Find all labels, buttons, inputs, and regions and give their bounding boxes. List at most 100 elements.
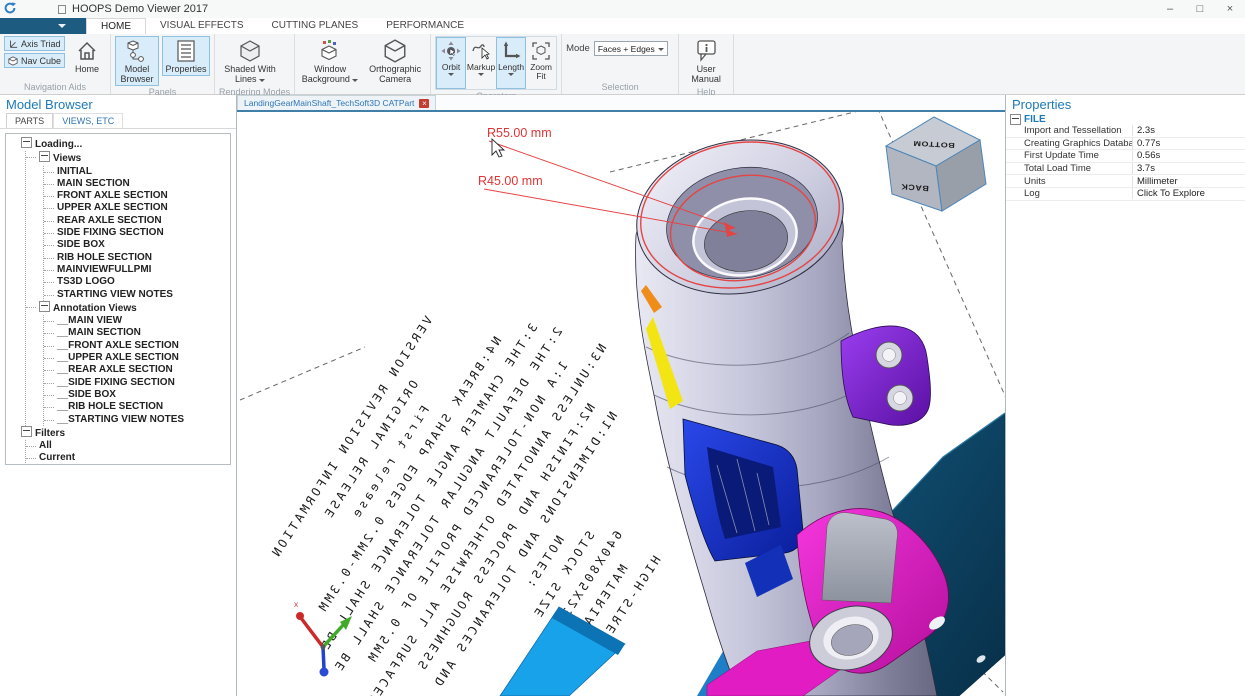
zoom-fit-button[interactable]: Zoom Fit: [526, 37, 556, 89]
model-browser-icon: [126, 38, 148, 64]
window-title: HOOPS Demo Viewer 2017: [72, 3, 208, 15]
properties-label: Properties: [166, 64, 207, 74]
nav-cube[interactable]: BOTTOM BACK: [886, 117, 986, 211]
maximize-button[interactable]: □: [1185, 0, 1215, 18]
part-block-gray: [822, 513, 898, 603]
close-tab-icon[interactable]: ×: [419, 99, 429, 108]
tree-item[interactable]: __REAR AXLE SECTION: [57, 364, 228, 376]
group-selection: Mode Faces + Edges Selection: [562, 34, 679, 94]
model-browser-panel: Model Browser PARTS VIEWS, ETC Loading..…: [0, 95, 237, 696]
collapse-icon[interactable]: [1010, 114, 1021, 125]
tree-item[interactable]: UPPER AXLE SECTION: [57, 202, 228, 214]
tree-node-views[interactable]: Views INITIAL MAIN SECTION FRONT AXLE SE…: [39, 151, 228, 301]
property-row: Creating Graphics Database 0.77s: [1006, 138, 1245, 151]
property-value-log[interactable]: Click To Explore: [1132, 188, 1245, 199]
markup-button[interactable]: Markup: [466, 37, 496, 89]
tab-home[interactable]: HOME: [86, 18, 146, 34]
collapse-icon[interactable]: [39, 151, 50, 162]
viewport[interactable]: LandingGearMainShaft_TechSoft3D CATPart …: [237, 95, 1005, 696]
ribbon-tab-bar: HOME VISUAL EFFECTS CUTTING PLANES PERFO…: [0, 18, 1245, 35]
tab-parts[interactable]: PARTS: [6, 113, 53, 128]
property-label: Creating Graphics Database: [1006, 138, 1132, 149]
axis-triad-button[interactable]: Axis Triad: [4, 36, 65, 51]
tree-item[interactable]: REAR AXLE SECTION: [57, 215, 228, 227]
tree-item[interactable]: MAINVIEWFULLPMI: [57, 264, 228, 276]
model-browser-button[interactable]: Model Browser: [115, 36, 159, 86]
minimize-button[interactable]: –: [1155, 0, 1185, 18]
model-browser-label: Model Browser: [117, 64, 157, 84]
model-canvas[interactable]: R55.00 mm R45.00 mm BOTTOM BACK x: [237, 95, 1005, 696]
tree-item[interactable]: __STARTING VIEW NOTES: [57, 414, 228, 426]
tree-root[interactable]: Loading... Views INITIAL MAIN SECTION FR…: [21, 137, 228, 426]
shaded-cube-icon: [238, 38, 262, 64]
length-button[interactable]: Length: [496, 37, 526, 89]
properties-header: Properties: [1006, 95, 1245, 113]
collapse-icon[interactable]: [21, 426, 32, 437]
radius-label-r55: R55.00 mm: [487, 126, 552, 140]
orbit-button[interactable]: Orbit: [436, 37, 466, 89]
axis-triad-label: Axis Triad: [21, 39, 61, 49]
collapse-icon[interactable]: [21, 137, 32, 148]
home-icon: [75, 38, 99, 64]
property-value: 0.77s: [1132, 138, 1245, 149]
nav-cube-button[interactable]: Nav Cube: [4, 53, 65, 68]
tree-item[interactable]: __MAIN VIEW: [57, 315, 228, 327]
nav-cube-face-back[interactable]: BACK: [901, 182, 930, 193]
tab-performance[interactable]: PERFORMANCE: [372, 18, 478, 34]
tree-item[interactable]: __FRONT AXLE SECTION: [57, 340, 228, 352]
group-help: User Manual Help: [679, 34, 734, 94]
selection-mode-dropdown[interactable]: Faces + Edges: [594, 41, 668, 56]
tree-item[interactable]: INITIAL: [57, 166, 228, 178]
window-background-button[interactable]: Window Background: [299, 36, 361, 86]
properties-group-file[interactable]: FILE: [1006, 113, 1245, 125]
tree-item[interactable]: SIDE BOX: [57, 239, 228, 251]
tree-node-filters[interactable]: Filters All Current: [21, 426, 228, 465]
tab-visual-effects[interactable]: VISUAL EFFECTS: [146, 18, 258, 34]
tree-item[interactable]: TS3D LOGO: [57, 276, 228, 288]
tab-cutting-planes[interactable]: CUTTING PLANES: [258, 18, 373, 34]
document-icon: [58, 5, 66, 14]
tree-item[interactable]: All: [39, 440, 228, 452]
length-icon: [501, 39, 521, 63]
tree-item[interactable]: SIDE FIXING SECTION: [57, 227, 228, 239]
file-menu-button[interactable]: [0, 18, 86, 34]
tree-item[interactable]: __UPPER AXLE SECTION: [57, 352, 228, 364]
tree-item[interactable]: __MAIN SECTION: [57, 327, 228, 339]
zoom-fit-label: Zoom Fit: [527, 63, 555, 81]
tree-item[interactable]: RIB HOLE SECTION: [57, 252, 228, 264]
home-button[interactable]: Home: [68, 36, 106, 76]
orthographic-camera-button[interactable]: Orthographic Camera: [364, 36, 426, 86]
close-button[interactable]: ×: [1215, 0, 1245, 18]
axis-triad[interactable]: x: [294, 599, 352, 677]
tree-node-annotation-views[interactable]: Annotation Views __MAIN VIEW __MAIN SECT…: [39, 301, 228, 426]
dropdown-caret-icon: [478, 73, 484, 76]
app-logo-icon: [4, 2, 16, 17]
orthographic-camera-icon: [382, 38, 408, 64]
axis-triad-icon: [8, 39, 18, 49]
property-row: Total Load Time 3.7s: [1006, 163, 1245, 176]
tree-item[interactable]: STARTING VIEW NOTES: [57, 289, 228, 301]
tree-item[interactable]: FRONT AXLE SECTION: [57, 190, 228, 202]
tree-item[interactable]: MAIN SECTION: [57, 178, 228, 190]
axis-x-label: x: [294, 599, 299, 609]
property-value: Millimeter: [1132, 176, 1245, 187]
length-label: Length: [498, 63, 524, 72]
document-tab[interactable]: LandingGearMainShaft_TechSoft3D CATPart …: [237, 95, 436, 110]
group-rendering-modes: Shaded With Lines Rendering Modes: [215, 34, 295, 94]
tree-item[interactable]: __RIB HOLE SECTION: [57, 401, 228, 413]
markup-label: Markup: [467, 63, 495, 72]
user-manual-button[interactable]: User Manual: [683, 36, 729, 86]
tree-item[interactable]: Current: [39, 452, 228, 464]
properties-button[interactable]: Properties: [162, 36, 210, 76]
properties-panel: Properties FILE Import and Tessellation …: [1005, 95, 1245, 696]
property-row: First Update Time 0.56s: [1006, 150, 1245, 163]
collapse-icon[interactable]: [39, 301, 50, 312]
user-manual-label: User Manual: [685, 64, 727, 84]
ribbon: Axis Triad Nav Cube Home: [0, 34, 1245, 95]
tab-views-etc[interactable]: VIEWS, ETC: [53, 113, 123, 128]
tree-item[interactable]: __SIDE BOX: [57, 389, 228, 401]
window-background-label: Window Background: [302, 64, 350, 84]
tree-item[interactable]: __SIDE FIXING SECTION: [57, 377, 228, 389]
window-background-icon: [318, 38, 342, 64]
shaded-with-lines-button[interactable]: Shaded With Lines: [219, 36, 281, 86]
